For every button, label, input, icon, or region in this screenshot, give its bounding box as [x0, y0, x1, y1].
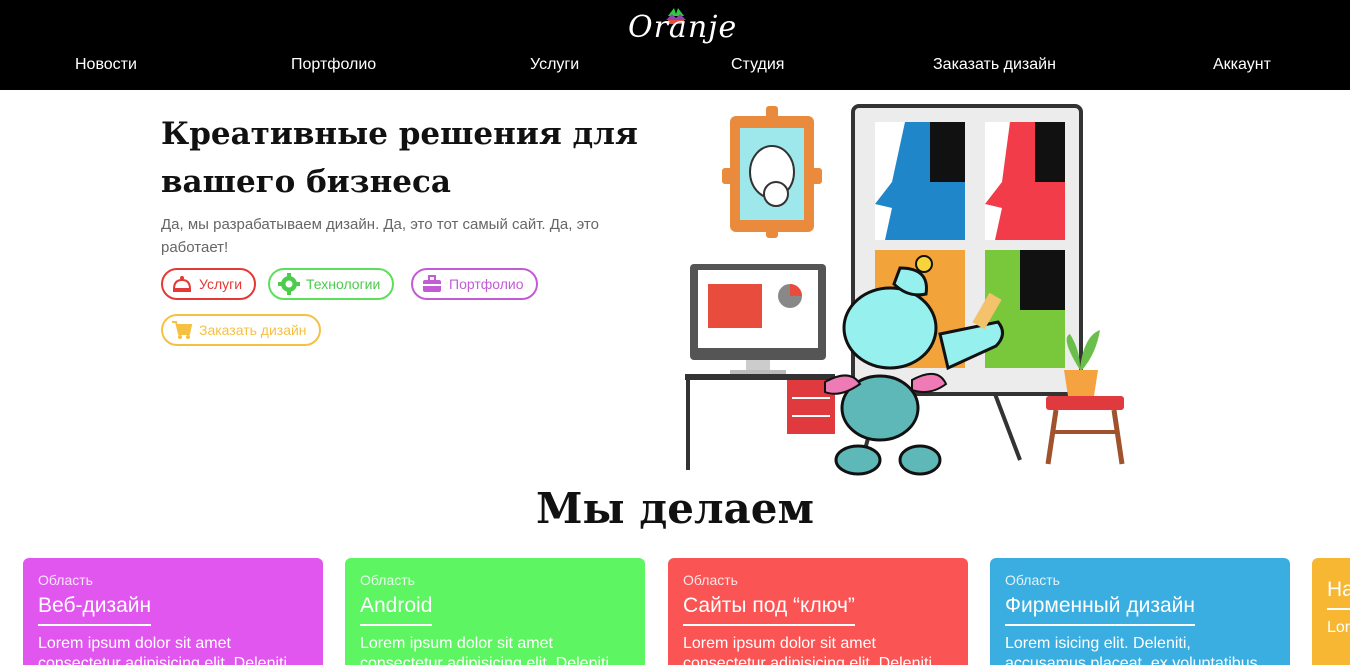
- card-body: Lor: [1327, 619, 1350, 636]
- hero-illustration: [685, 104, 1125, 476]
- card-web-design[interactable]: Область Веб-дизайн Lorem ipsum dolor sit…: [23, 558, 323, 665]
- services-button-label: Услуги: [199, 276, 243, 292]
- card-title: Сайты под “ключ”: [683, 594, 855, 626]
- card-title: Фирменный дизайн: [1005, 594, 1195, 626]
- portfolio-button-label: Портфолио: [449, 276, 524, 292]
- card-body: Lorem ipsum dolor sit amet consectetur a…: [38, 635, 288, 665]
- card-title: Android: [360, 594, 433, 626]
- order-design-button[interactable]: Заказать дизайн: [161, 314, 321, 346]
- card-body: Lorem ipsum dolor sit amet consectetur a…: [683, 635, 933, 665]
- card-android[interactable]: Область Android Lorem ipsum dolor sit am…: [345, 558, 645, 665]
- card-body: Lorem isicing elit. Deleniti, accusamus …: [1005, 635, 1258, 665]
- cart-icon: [172, 321, 193, 339]
- card-body: Lorem ipsum dolor sit amet consectetur a…: [360, 635, 610, 665]
- main-nav: Новости Портфолио Услуги Студия Заказать…: [0, 52, 1350, 82]
- portfolio-button[interactable]: Портфолио: [411, 268, 538, 300]
- hero-subtitle: Да, мы разрабатываем дизайн. Да, это тот…: [161, 216, 599, 256]
- technologies-button-label: Технологии: [306, 276, 381, 292]
- nav-services[interactable]: Услуги: [530, 56, 579, 74]
- order-design-button-label: Заказать дизайн: [199, 322, 307, 338]
- framed-portrait-image: [722, 106, 822, 238]
- logo-text: Oranje: [628, 10, 738, 45]
- section-title: Мы делаем: [536, 484, 814, 533]
- card-brand-design[interactable]: Область Фирменный дизайн Lorem isicing e…: [990, 558, 1290, 665]
- desk-image: [685, 374, 835, 470]
- briefcase-icon: [423, 275, 441, 292]
- bell-icon: [172, 276, 192, 292]
- card-kicker: Область: [683, 572, 738, 588]
- gear-icon: [278, 273, 300, 295]
- nav-news[interactable]: Новости: [75, 56, 137, 74]
- monitor-image: [690, 264, 826, 374]
- hero-title: Креативные решения для вашего бизнеса: [161, 116, 638, 200]
- card-title: На: [1327, 578, 1350, 610]
- nav-order-design[interactable]: Заказать дизайн: [933, 56, 1056, 74]
- card-kicker: Область: [360, 572, 415, 588]
- nav-portfolio[interactable]: Портфолио: [291, 56, 376, 74]
- card-title: Веб-дизайн: [38, 594, 152, 626]
- card-kicker: Область: [38, 572, 93, 588]
- nav-studio[interactable]: Студия: [731, 56, 784, 74]
- card-partial[interactable]: На Lor: [1312, 558, 1350, 665]
- logo[interactable]: Oranje: [620, 4, 736, 54]
- card-kicker: Область: [1005, 572, 1060, 588]
- card-turnkey-sites[interactable]: Область Сайты под “ключ” Lorem ipsum dol…: [668, 558, 968, 665]
- nav-account[interactable]: Аккаунт: [1213, 56, 1271, 74]
- top-navbar: Oranje Новости Портфолио Услуги Студия З…: [0, 0, 1350, 90]
- services-button[interactable]: Услуги: [161, 268, 257, 300]
- technologies-button[interactable]: Технологии: [268, 268, 395, 300]
